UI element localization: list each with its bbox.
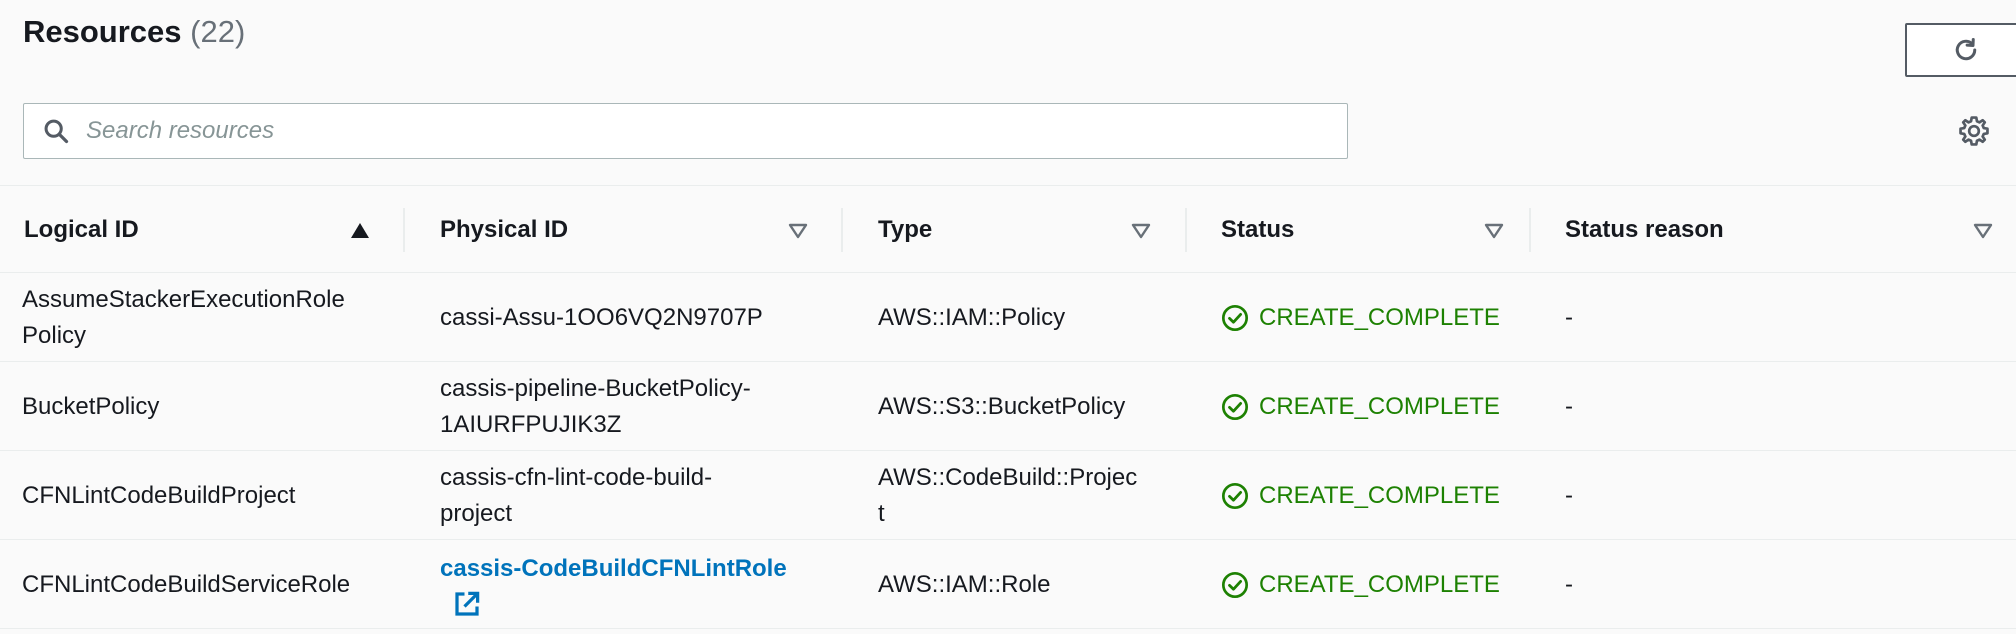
external-link-icon[interactable] [452, 589, 482, 619]
resources-table: Logical ID Physical ID Type Status Statu… [0, 185, 2016, 629]
table-row: CFNLintCodeBuildProject cassis-cfn-lint-… [0, 451, 2016, 540]
physical-id-link[interactable]: cassis-CodeBuildCFNLintRole [440, 555, 787, 582]
check-circle-icon [1221, 571, 1249, 598]
search-icon [44, 119, 69, 144]
physical-id-cell: cassis-CodeBuildCFNLintRole [440, 540, 810, 629]
logical-id-cell: AssumeStackerExecutionRole Policy [22, 285, 345, 349]
sort-descending-icon[interactable] [788, 222, 808, 240]
check-circle-icon [1221, 304, 1249, 331]
column-divider[interactable] [403, 208, 405, 252]
status-reason-cell: - [1565, 392, 1573, 420]
status-reason-cell: - [1565, 570, 1573, 598]
column-divider[interactable] [1529, 208, 1531, 252]
sort-descending-icon[interactable] [1131, 222, 1151, 240]
table-row: AssumeStackerExecutionRole Policy cassi-… [0, 273, 2016, 362]
physical-id-cell: cassis-cfn-lint-code-build- project [440, 463, 713, 527]
status-cell: CREATE_COMPLETE [1221, 273, 1521, 362]
status-cell: CREATE_COMPLETE [1221, 451, 1521, 540]
status-text: CREATE_COMPLETE [1259, 303, 1500, 331]
status-reason-cell: - [1565, 481, 1573, 509]
type-cell: AWS::CodeBuild::Projec t [878, 463, 1138, 527]
column-header-status[interactable]: Status [1221, 186, 1506, 274]
sort-descending-icon[interactable] [1973, 222, 1993, 240]
column-header-physical-id[interactable]: Physical ID [440, 186, 810, 274]
title-text: Resources [23, 14, 182, 49]
status-text: CREATE_COMPLETE [1259, 570, 1500, 598]
search-input[interactable] [86, 104, 1326, 157]
status-reason-cell: - [1565, 303, 1573, 331]
resource-count: (22) [190, 14, 246, 49]
logical-id-cell: CFNLintCodeBuildProject [22, 481, 296, 509]
sort-ascending-icon[interactable] [350, 222, 370, 240]
resources-panel: Resources (22) Logical ID [0, 0, 2016, 634]
table-row: BucketPolicy cassis-pipeline-BucketPolic… [0, 362, 2016, 451]
page-title: Resources (22) [23, 14, 245, 50]
check-circle-icon [1221, 482, 1249, 509]
status-cell: CREATE_COMPLETE [1221, 362, 1521, 451]
status-text: CREATE_COMPLETE [1259, 392, 1500, 420]
physical-id-cell: cassi-Assu-1OO6VQ2N9707P [440, 303, 763, 331]
table-header: Logical ID Physical ID Type Status Statu… [0, 185, 2016, 273]
column-header-status-reason[interactable]: Status reason [1565, 186, 1995, 274]
column-divider[interactable] [1185, 208, 1187, 252]
column-header-logical-id[interactable]: Logical ID [24, 186, 374, 274]
status-text: CREATE_COMPLETE [1259, 481, 1500, 509]
refresh-icon [1955, 38, 1976, 61]
physical-id-cell: cassis-pipeline-BucketPolicy- 1AIURFPUJI… [440, 374, 751, 438]
column-divider[interactable] [841, 208, 843, 252]
status-cell: CREATE_COMPLETE [1221, 540, 1521, 629]
gear-icon [1959, 116, 1989, 146]
column-header-type[interactable]: Type [878, 186, 1158, 274]
type-cell: AWS::S3::BucketPolicy [878, 392, 1126, 420]
search-field[interactable] [23, 103, 1348, 159]
logical-id-cell: CFNLintCodeBuildServiceRole [22, 570, 351, 598]
type-cell: AWS::IAM::Role [878, 570, 1051, 598]
refresh-button[interactable] [1905, 23, 2016, 77]
logical-id-cell: BucketPolicy [22, 392, 160, 420]
table-row: CFNLintCodeBuildServiceRole cassis-CodeB… [0, 540, 2016, 629]
sort-descending-icon[interactable] [1484, 222, 1504, 240]
check-circle-icon [1221, 393, 1249, 420]
preferences-button[interactable] [1957, 114, 1991, 148]
type-cell: AWS::IAM::Policy [878, 303, 1066, 331]
